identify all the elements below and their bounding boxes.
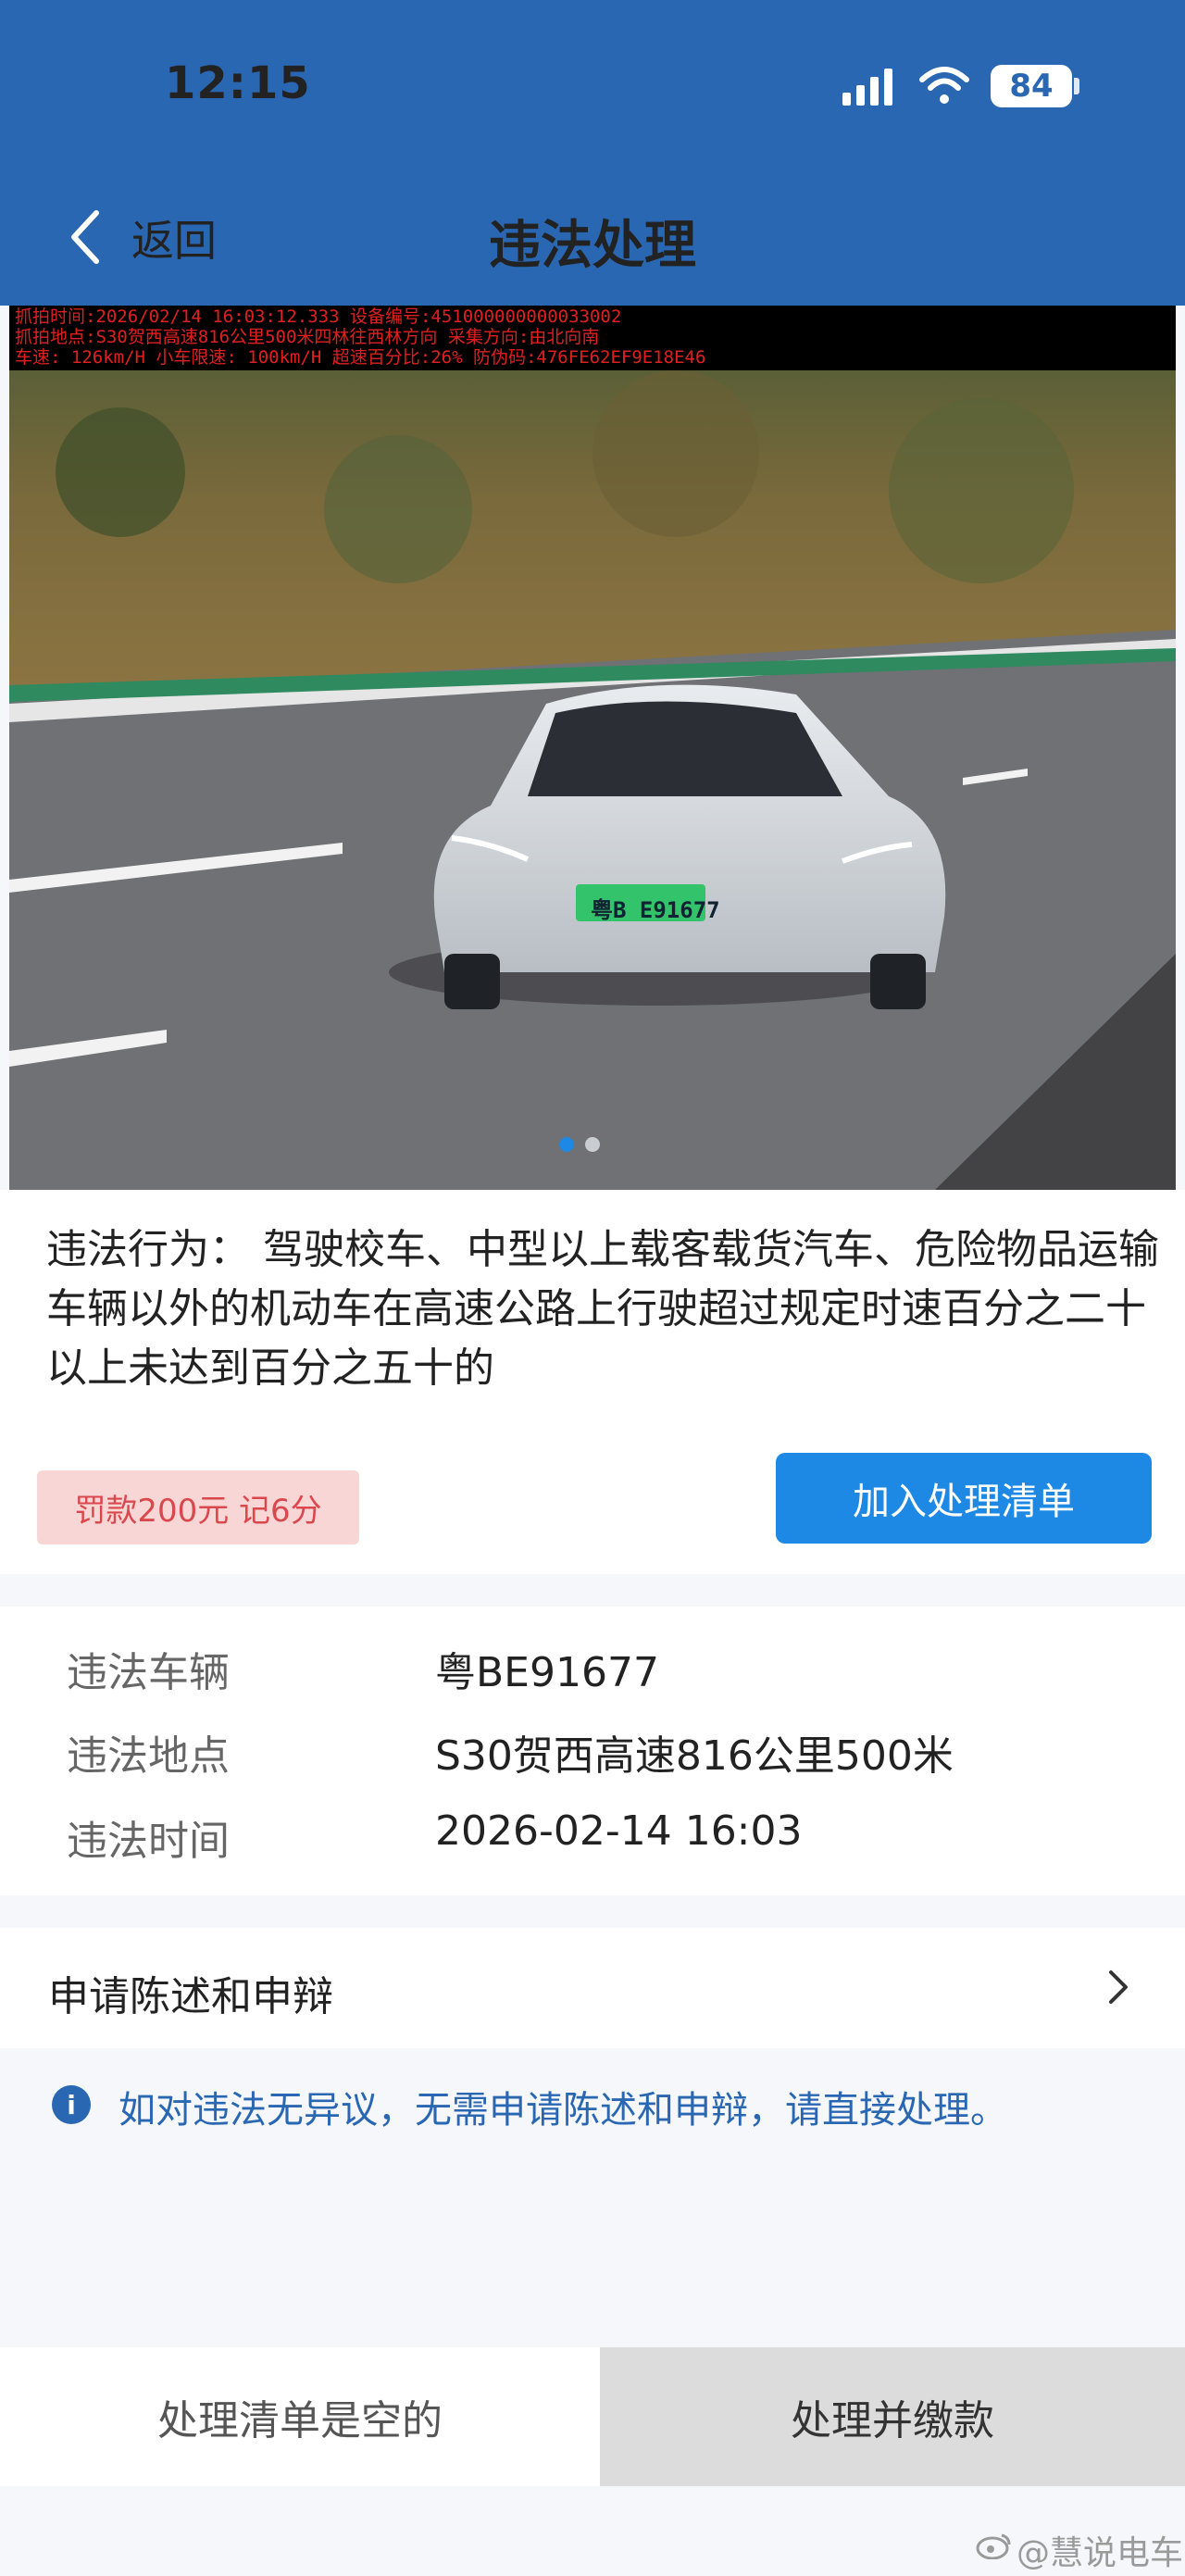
- status-time: 12:15: [165, 57, 311, 109]
- road-scene: [9, 306, 1176, 1190]
- overlay-line-2: 抓拍地点:S30贺西高速816公里500米四林往西林方向 采集方向:由北向南: [15, 327, 600, 347]
- wifi-icon: [919, 67, 969, 104]
- back-button[interactable]: 返回: [131, 207, 217, 269]
- info-text: 如对违法无异议，无需申请陈述和申辩，请直接处理。: [118, 2089, 1007, 2132]
- time-label: 违法时间: [67, 1818, 230, 1865]
- capture-overlay: 抓拍时间:2026/02/14 16:03:12.333 设备编号:451000…: [9, 306, 1176, 370]
- carousel-dot-active[interactable]: [559, 1137, 574, 1152]
- vehicle-value: 粤BE91677: [435, 1649, 659, 1696]
- appeal-label[interactable]: 申请陈述和申辩: [48, 1963, 333, 2022]
- violation-description: 违法行为： 驾驶校车、中型以上载客载货汽车、危险物品运输车辆以外的机动车在高速公…: [46, 1226, 1159, 1392]
- watermark: @慧说电车: [1017, 2534, 1184, 2572]
- fine-badge: 罚款200元 记6分: [37, 1470, 359, 1544]
- time-value: 2026-02-14 16:03: [435, 1807, 803, 1855]
- carousel-dots[interactable]: [559, 1137, 615, 1156]
- signal-icon: [842, 69, 892, 106]
- weibo-icon: [976, 2533, 1011, 2559]
- license-plate: 粤B E91677: [591, 897, 720, 923]
- vehicle-label: 违法车辆: [67, 1649, 230, 1696]
- chevron-right-icon[interactable]: [1107, 1969, 1129, 2006]
- back-arrow-icon[interactable]: [67, 209, 104, 265]
- carousel-dot[interactable]: [585, 1137, 600, 1152]
- info-icon: i: [52, 2085, 91, 2124]
- location-value: S30贺西高速816公里500米: [435, 1732, 954, 1780]
- battery-tip: [1074, 78, 1079, 94]
- battery-indicator: 84: [991, 65, 1072, 107]
- list-status[interactable]: 处理清单是空的: [0, 2347, 600, 2486]
- process-and-pay-button[interactable]: 处理并缴款: [600, 2347, 1185, 2486]
- location-label: 违法地点: [67, 1732, 230, 1780]
- violation-photo[interactable]: 抓拍时间:2026/02/14 16:03:12.333 设备编号:451000…: [9, 306, 1176, 1190]
- overlay-line-3: 车速: 126km/H 小车限速: 100km/H 超速百分比:26% 防伪码:…: [15, 347, 706, 368]
- add-to-list-button[interactable]: 加入处理清单: [776, 1453, 1152, 1544]
- overlay-line-1: 抓拍时间:2026/02/14 16:03:12.333 设备编号:451000…: [15, 306, 622, 327]
